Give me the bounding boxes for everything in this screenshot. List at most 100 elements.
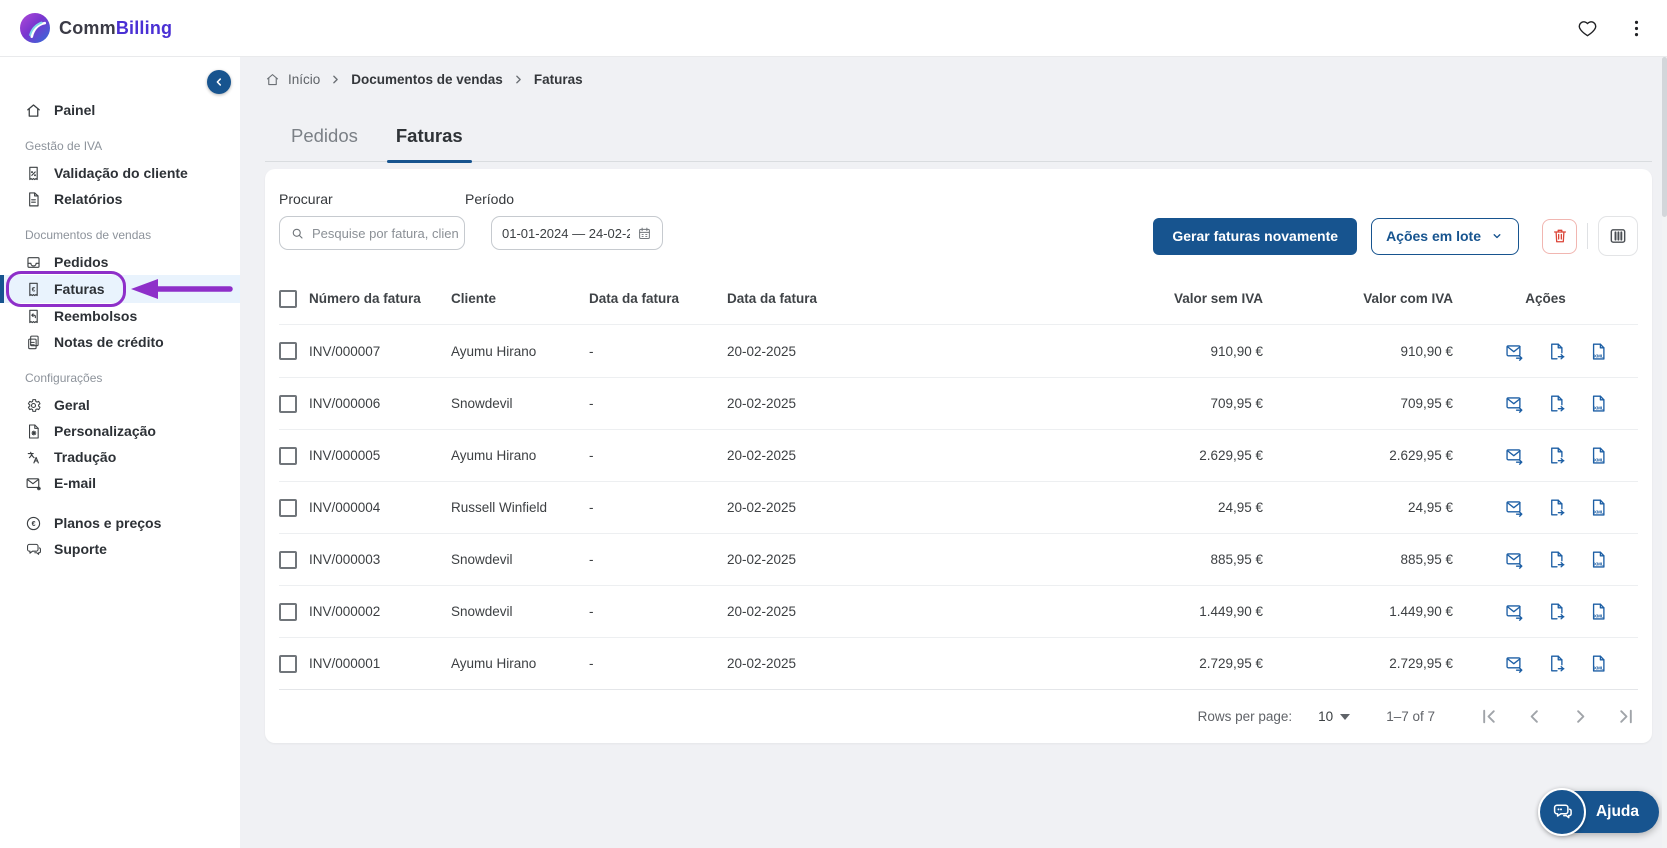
toolbar: Gerar faturas novamente Ações em lote (1153, 216, 1638, 256)
sidebar-item-label: Tradução (54, 449, 117, 465)
sidebar-section-configuracoes: Configurações (25, 371, 103, 385)
columns-settings-button[interactable] (1598, 216, 1638, 256)
first-page-button[interactable] (1477, 705, 1500, 728)
file-xml-button[interactable]: XML (1589, 394, 1608, 413)
batch-actions-button[interactable]: Ações em lote (1371, 217, 1519, 255)
search-input-field[interactable] (312, 225, 458, 241)
pagination-nav (1477, 705, 1638, 728)
sidebar-item-personalizacao[interactable]: Personalização (0, 418, 240, 444)
column-header-data-da-fatura: Data da fatura (727, 291, 818, 306)
sidebar-item-reembolsos[interactable]: Reembolsos (0, 303, 240, 329)
cell-invoice-date-2: 20-02-2025 (727, 552, 797, 567)
row-checkbox[interactable] (279, 602, 297, 621)
sidebar-item-relatorios[interactable]: Relatórios (0, 186, 240, 212)
file-xml-icon: XML (1589, 498, 1608, 517)
delete-button[interactable] (1542, 218, 1577, 254)
brand-logo-icon (20, 13, 50, 43)
report-icon (25, 191, 42, 208)
file-export-button[interactable] (1547, 446, 1566, 465)
breadcrumb-item-documentos-de-vendas[interactable]: Documentos de vendas (351, 72, 503, 87)
cell-value-with-vat: 709,95 € (1400, 396, 1453, 411)
sidebar: Painel Gestão de IVA Validação do cliente R… (0, 57, 240, 848)
breadcrumb-item-faturas: Faturas (533, 71, 583, 87)
chevron-down-icon (1490, 229, 1504, 243)
sidebar-item-faturas[interactable]: € Faturas (0, 275, 240, 303)
tab-faturas[interactable]: Faturas (386, 125, 472, 163)
file-xml-button[interactable]: XML (1589, 342, 1608, 361)
sidebar-item-label: Relatórios (54, 191, 123, 207)
row-checkbox[interactable] (279, 394, 297, 413)
file-xml-icon: XML (1589, 446, 1608, 465)
file-xml-button[interactable]: XML (1589, 602, 1608, 621)
table-row: INV/000004 Russell Winfield - 20-02-2025… (279, 481, 1638, 533)
mail-send-button[interactable] (1505, 550, 1524, 569)
cell-value-without-vat: 2.729,95 € (1199, 656, 1263, 671)
column-header-data-da-fatura: Data da fatura (589, 291, 680, 306)
kebab-menu-icon[interactable] (1626, 18, 1647, 39)
file-xml-button[interactable]: XML (1589, 498, 1608, 517)
file-export-button[interactable] (1547, 498, 1566, 517)
home-icon (25, 102, 42, 119)
file-export-button[interactable] (1547, 654, 1566, 673)
mail-send-button[interactable] (1505, 654, 1524, 673)
invoices-card: Procurar Período 01-01-2024 — 24-02-2025… (265, 169, 1652, 743)
file-xml-button[interactable]: XML (1589, 654, 1608, 673)
file-export-button[interactable] (1547, 602, 1566, 621)
search-field: Procurar (279, 191, 465, 250)
file-export-button[interactable] (1547, 550, 1566, 569)
prev-page-button[interactable] (1523, 705, 1546, 728)
file-xml-button[interactable]: XML (1589, 446, 1608, 465)
row-checkbox[interactable] (279, 654, 297, 673)
scrollbar-thumb[interactable] (1662, 57, 1667, 217)
brand-logo: CommBilling (20, 13, 172, 43)
cell-invoice-date-2: 20-02-2025 (727, 656, 797, 671)
rows-per-page-select[interactable]: 10 (1318, 709, 1351, 724)
file-xml-button[interactable]: XML (1589, 550, 1608, 569)
cell-value-without-vat: 24,95 € (1217, 500, 1263, 515)
mail-send-button[interactable] (1505, 602, 1524, 621)
sidebar-item-validacao-do-cliente[interactable]: Validação do cliente (0, 160, 240, 186)
sidebar-item-planos-e-precos[interactable]: € Planos e preços (0, 510, 240, 536)
sidebar-item-traducao[interactable]: Tradução (0, 444, 240, 470)
credit-note-icon (25, 334, 42, 351)
row-checkbox[interactable] (279, 550, 297, 569)
home-icon[interactable] (265, 72, 280, 87)
search-input[interactable] (279, 216, 465, 250)
table-row: INV/000007 Ayumu Hirano - 20-02-2025 910… (279, 325, 1638, 377)
next-page-button[interactable] (1569, 705, 1592, 728)
regenerate-invoices-button[interactable]: Gerar faturas novamente (1153, 217, 1358, 255)
columns-icon (1608, 226, 1628, 246)
mail-send-icon (1505, 446, 1524, 465)
cell-invoice-date-2: 20-02-2025 (727, 448, 797, 463)
sidebar-collapse-button[interactable] (207, 70, 231, 94)
select-all-checkbox[interactable] (279, 289, 297, 308)
file-xml-icon: XML (1589, 602, 1608, 621)
sidebar-item-suporte[interactable]: Suporte (0, 536, 240, 562)
sidebar-item-geral[interactable]: Geral (0, 392, 240, 418)
period-input[interactable]: 01-01-2024 — 24-02-2025 (491, 216, 663, 250)
chevron-left-icon (212, 75, 226, 89)
row-checkbox[interactable] (279, 342, 297, 360)
svg-text:€: € (32, 519, 36, 527)
scrollbar[interactable] (1662, 57, 1667, 848)
help-button[interactable]: Ajuda (1537, 788, 1659, 836)
cell-actions: XML (1453, 550, 1638, 569)
breadcrumb-item-inicio[interactable]: Início (288, 72, 320, 87)
mail-send-button[interactable] (1505, 498, 1524, 517)
mail-send-button[interactable] (1505, 342, 1524, 361)
file-export-button[interactable] (1547, 342, 1566, 361)
file-export-button[interactable] (1547, 394, 1566, 413)
sidebar-item-notas-de-credito[interactable]: Notas de crédito (0, 329, 240, 355)
sidebar-item-e-mail[interactable]: E-mail (0, 470, 240, 496)
tab-pedidos[interactable]: Pedidos (287, 125, 362, 161)
row-checkbox[interactable] (279, 446, 297, 465)
sidebar-item-pedidos[interactable]: Pedidos (0, 249, 240, 275)
sidebar-item-painel[interactable]: Painel (0, 97, 240, 123)
mail-send-button[interactable] (1505, 394, 1524, 413)
row-checkbox[interactable] (279, 498, 297, 517)
cell-invoice-date-1: - (589, 448, 594, 463)
last-page-button[interactable] (1615, 705, 1638, 728)
heart-icon[interactable] (1577, 18, 1598, 39)
cell-invoice-date-2: 20-02-2025 (727, 500, 797, 515)
mail-send-button[interactable] (1505, 446, 1524, 465)
